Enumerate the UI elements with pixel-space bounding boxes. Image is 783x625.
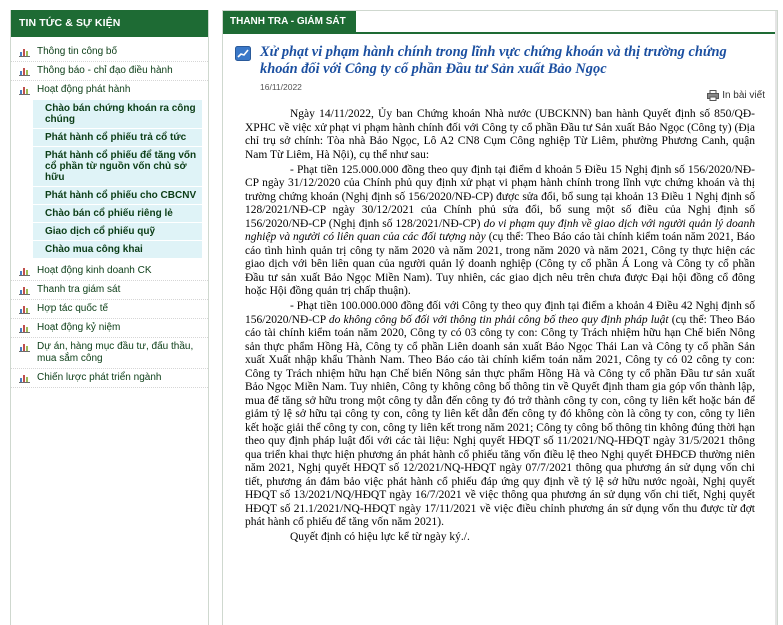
bar-chart-icon bbox=[19, 287, 30, 295]
paragraph: - Phạt tiền 100.000.000 đồng đối với Côn… bbox=[245, 300, 755, 530]
article-body: Ngày 14/11/2022, Ủy ban Chứng khoán Nhà … bbox=[223, 104, 777, 545]
sidebar-item-chien-luoc[interactable]: Chiến lược phát triển ngành bbox=[11, 369, 208, 388]
sidebar-item-hoat-dong-ky-niem[interactable]: Hoạt động kỷ niệm bbox=[11, 319, 208, 338]
scrollbar[interactable] bbox=[775, 11, 777, 625]
sidebar-item-thanh-tra-giam-sat[interactable]: Thanh tra giám sát bbox=[11, 281, 208, 300]
paragraph-emphasis: do không công bố đối với thông tin phải … bbox=[328, 313, 669, 326]
print-link[interactable]: In bài viết bbox=[223, 90, 777, 104]
bar-chart-icon bbox=[19, 268, 30, 276]
paragraph: Quyết định có hiệu lực kể từ ngày ký./. bbox=[290, 531, 470, 543]
sidebar-item-label: Dự án, hàng mục đầu tư, đấu thầu, mua sắ… bbox=[37, 341, 194, 364]
sidebar-item-hoat-dong-phat-hanh[interactable]: Hoạt động phát hành bbox=[11, 81, 208, 99]
submenu-item-cbcnv[interactable]: Phát hành cổ phiếu cho CBCNV bbox=[33, 187, 202, 205]
paragraph: - Phạt tiền 125.000.000 đồng theo quy đị… bbox=[245, 164, 755, 299]
sidebar-menu-lower: Hoạt động kinh doanh CK Thanh tra giám s… bbox=[11, 260, 208, 388]
bar-chart-icon bbox=[19, 68, 30, 76]
bar-chart-icon bbox=[19, 306, 30, 314]
submenu-item-co-phieu-quy[interactable]: Giao dịch cổ phiếu quỹ bbox=[33, 223, 202, 241]
sidebar: TIN TỨC & SỰ KIỆN Thông tin công bố Thôn… bbox=[10, 10, 209, 625]
submenu-item-chao-ban-ra-cong-chung[interactable]: Chào bán chứng khoán ra công chúng bbox=[33, 100, 202, 129]
sidebar-item-label: Hợp tác quốc tế bbox=[37, 303, 109, 314]
sidebar-item-label: Hoạt động phát hành bbox=[37, 84, 131, 95]
paragraph: Ngày 14/11/2022, Ủy ban Chứng khoán Nhà … bbox=[245, 108, 755, 161]
bar-chart-icon bbox=[19, 344, 30, 352]
submenu-item-tra-co-tuc[interactable]: Phát hành cổ phiếu trả cổ tức bbox=[33, 129, 202, 147]
article-header: Xử phạt vi phạm hành chính trong lĩnh vự… bbox=[223, 34, 777, 92]
bar-chart-icon bbox=[19, 87, 30, 95]
sidebar-submenu: Chào bán chứng khoán ra công chúng Phát … bbox=[33, 100, 202, 258]
sidebar-item-hop-tac-quoc-te[interactable]: Hợp tác quốc tế bbox=[11, 300, 208, 319]
bar-chart-icon bbox=[19, 49, 30, 57]
submenu-item-rieng-le[interactable]: Chào bán cổ phiếu riêng lẻ bbox=[33, 205, 202, 223]
sidebar-item-thong-tin-cong-bo[interactable]: Thông tin công bố bbox=[11, 43, 208, 62]
sidebar-item-label: Thanh tra giám sát bbox=[37, 284, 121, 295]
section-header: THANH TRA - GIÁM SÁT bbox=[223, 11, 777, 34]
submenu-item-tang-von-co-phan[interactable]: Phát hành cổ phiếu để tăng vốn cổ phần t… bbox=[33, 147, 202, 187]
sidebar-item-label: Hoạt động kinh doanh CK bbox=[37, 265, 152, 276]
sidebar-item-label: Chiến lược phát triển ngành bbox=[37, 372, 162, 383]
sidebar-item-du-an-dau-tu[interactable]: Dự án, hàng mục đầu tư, đấu thầu, mua sắ… bbox=[11, 338, 208, 369]
sidebar-item-label: Thông tin công bố bbox=[37, 46, 118, 57]
sidebar-item-thong-bao[interactable]: Thông báo - chỉ đạo điều hành bbox=[11, 62, 208, 81]
bar-chart-icon bbox=[19, 325, 30, 333]
trend-chart-icon bbox=[235, 46, 251, 61]
sidebar-menu: Thông tin công bố Thông báo - chỉ đạo đi… bbox=[11, 37, 208, 99]
paragraph-text: (cụ thể: Theo Báo cáo tài chính kiểm toá… bbox=[245, 313, 755, 529]
sidebar-item-label: Thông báo - chỉ đạo điều hành bbox=[37, 65, 173, 76]
main-content: THANH TRA - GIÁM SÁT Xử phạt vi phạm hàn… bbox=[222, 10, 778, 625]
sidebar-header: TIN TỨC & SỰ KIỆN bbox=[11, 10, 208, 37]
article-title[interactable]: Xử phạt vi phạm hành chính trong lĩnh vự… bbox=[260, 44, 763, 78]
article-date: 16/11/2022 bbox=[260, 82, 302, 92]
submenu-item-chao-mua-cong-khai[interactable]: Chào mua công khai bbox=[33, 241, 202, 258]
sidebar-item-label: Hoạt động kỷ niệm bbox=[37, 322, 121, 333]
sidebar-item-kinh-doanh-ck[interactable]: Hoạt động kinh doanh CK bbox=[11, 262, 208, 281]
bar-chart-icon bbox=[19, 375, 30, 383]
section-tab[interactable]: THANH TRA - GIÁM SÁT bbox=[223, 11, 356, 32]
